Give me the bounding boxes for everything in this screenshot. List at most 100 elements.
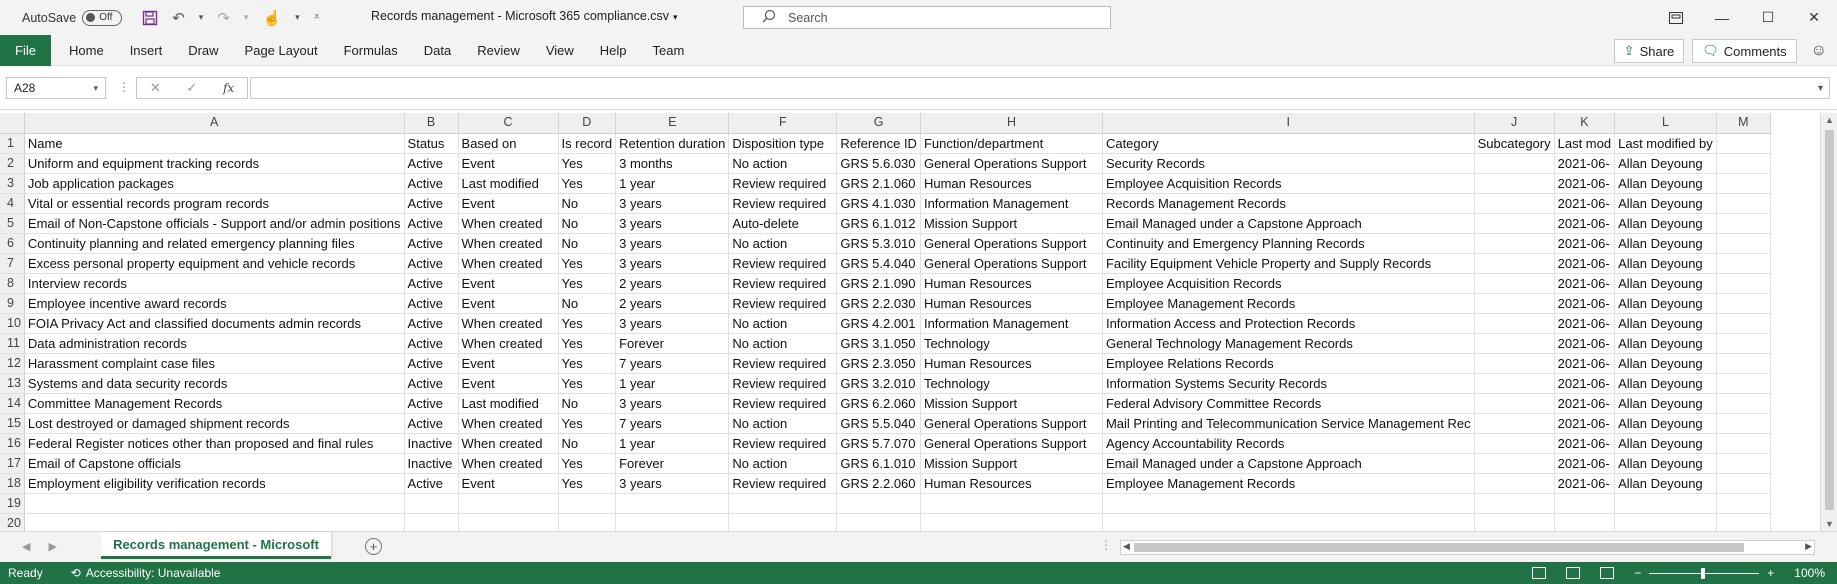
normal-view-icon[interactable]: n [1532, 567, 1547, 579]
table-cell[interactable]: Active [404, 393, 459, 414]
table-cell[interactable]: Systems and data security records [24, 373, 405, 394]
table-cell[interactable]: GRS 4.1.030 [836, 193, 921, 214]
feedback-smiley-icon[interactable]: ☺ [1811, 42, 1827, 60]
page-layout-view-icon[interactable]: p [1566, 567, 1581, 579]
column-header[interactable]: J [1474, 113, 1555, 134]
table-cell[interactable]: GRS 5.4.040 [836, 253, 921, 274]
tab-draw[interactable]: Draw [175, 43, 231, 58]
table-cell[interactable] [1474, 333, 1555, 354]
table-cell[interactable]: 2021-06- [1554, 273, 1616, 294]
insert-function-icon[interactable]: fx [223, 81, 234, 95]
table-cell[interactable]: GRS 5.5.040 [836, 413, 921, 434]
table-cell[interactable]: 3 years [615, 393, 730, 414]
table-cell[interactable]: Continuity and Emergency Planning Record… [1102, 233, 1475, 254]
table-cell[interactable]: 2021-06- [1554, 453, 1616, 474]
table-cell[interactable]: Federal Advisory Committee Records [1102, 393, 1475, 414]
table-cell[interactable]: 2021-06- [1554, 313, 1616, 334]
table-cell[interactable]: Event [458, 353, 559, 374]
table-cell[interactable]: Active [404, 473, 459, 494]
table-cell[interactable]: Vital or essential records program recor… [24, 193, 405, 214]
table-cell[interactable]: Event [458, 373, 559, 394]
table-cell[interactable]: Committee Management Records [24, 393, 405, 414]
table-cell[interactable]: Allan Deyoung [1614, 233, 1717, 254]
name-box[interactable]: A28 ▾ [6, 77, 106, 99]
table-cell[interactable] [1716, 293, 1771, 314]
table-cell[interactable]: Agency Accountability Records [1102, 433, 1475, 454]
table-cell[interactable]: 2021-06- [1554, 433, 1616, 454]
table-cell[interactable]: GRS 2.2.060 [836, 473, 921, 494]
table-cell[interactable]: Based on [458, 133, 559, 154]
vertical-scrollbar[interactable]: ▲ ▼ [1820, 113, 1837, 531]
zoom-out-icon[interactable]: − [1634, 566, 1641, 580]
table-cell[interactable]: Data administration records [24, 333, 405, 354]
table-cell[interactable]: General Technology Management Records [1102, 333, 1475, 354]
document-title[interactable]: Records management - Microsoft 365 compl… [371, 9, 678, 23]
row-header[interactable]: 10 [0, 313, 25, 334]
share-button[interactable]: ⇪ Share [1613, 39, 1685, 63]
table-cell[interactable]: No action [728, 153, 838, 174]
undo-icon[interactable]: ↶ [172, 9, 185, 27]
column-header[interactable]: H [920, 113, 1103, 134]
row-header[interactable]: 12 [0, 353, 25, 374]
table-cell[interactable]: 3 years [615, 213, 730, 234]
table-cell[interactable]: Records Management Records [1102, 193, 1475, 214]
table-cell[interactable]: GRS 2.3.050 [836, 353, 921, 374]
table-cell[interactable]: Allan Deyoung [1614, 473, 1717, 494]
table-cell[interactable]: When created [458, 313, 559, 334]
table-cell[interactable] [458, 493, 559, 514]
table-cell[interactable]: Category [1102, 133, 1475, 154]
page-break-view-icon[interactable]: b [1600, 567, 1615, 579]
table-cell[interactable]: Technology [920, 373, 1103, 394]
redo-icon[interactable]: ↷ [217, 9, 230, 27]
table-cell[interactable]: Information Access and Protection Record… [1102, 313, 1475, 334]
table-cell[interactable]: Last modified [458, 393, 559, 414]
table-cell[interactable]: Email of Capstone officials [24, 453, 405, 474]
row-header[interactable]: 4 [0, 193, 25, 214]
column-header[interactable]: K [1554, 113, 1616, 134]
table-cell[interactable]: 2021-06- [1554, 473, 1616, 494]
table-cell[interactable] [1716, 433, 1771, 454]
table-cell[interactable] [1716, 373, 1771, 394]
table-cell[interactable]: Harassment complaint case files [24, 353, 405, 374]
table-cell[interactable]: Human Resources [920, 273, 1103, 294]
table-cell[interactable]: Human Resources [920, 353, 1103, 374]
table-cell[interactable] [1474, 233, 1555, 254]
table-cell[interactable]: Yes [558, 373, 617, 394]
table-cell[interactable]: Yes [558, 273, 617, 294]
row-header[interactable]: 7 [0, 253, 25, 274]
table-cell[interactable] [1474, 473, 1555, 494]
table-cell[interactable]: 7 years [615, 353, 730, 374]
table-cell[interactable]: Allan Deyoung [1614, 333, 1717, 354]
table-cell[interactable]: 3 years [615, 253, 730, 274]
table-cell[interactable]: 3 months [615, 153, 730, 174]
ribbon-display-icon[interactable] [1653, 0, 1699, 35]
table-cell[interactable]: 2021-06- [1554, 253, 1616, 274]
table-cell[interactable]: Active [404, 413, 459, 434]
table-cell[interactable]: Active [404, 373, 459, 394]
table-cell[interactable] [1474, 213, 1555, 234]
row-header[interactable]: 9 [0, 293, 25, 314]
table-cell[interactable] [1716, 493, 1771, 514]
table-cell[interactable]: Name [24, 133, 405, 154]
table-cell[interactable]: 2021-06- [1554, 233, 1616, 254]
table-cell[interactable] [1716, 213, 1771, 234]
add-sheet-button[interactable]: + [365, 538, 382, 555]
save-icon[interactable] [142, 10, 158, 26]
table-cell[interactable]: No [558, 213, 617, 234]
scroll-up-icon[interactable]: ▲ [1825, 115, 1834, 125]
column-header[interactable]: E [615, 113, 730, 134]
table-cell[interactable]: Employee Relations Records [1102, 353, 1475, 374]
table-cell[interactable] [1102, 513, 1475, 531]
column-header[interactable]: B [404, 113, 459, 134]
table-cell[interactable]: Active [404, 153, 459, 174]
table-cell[interactable] [1716, 513, 1771, 531]
table-cell[interactable] [615, 513, 730, 531]
table-cell[interactable] [1614, 513, 1717, 531]
table-cell[interactable]: FOIA Privacy Act and classified document… [24, 313, 405, 334]
row-header[interactable]: 20 [0, 513, 25, 531]
table-cell[interactable]: Yes [558, 313, 617, 334]
row-header[interactable]: 6 [0, 233, 25, 254]
table-cell[interactable]: Information Systems Security Records [1102, 373, 1475, 394]
table-cell[interactable] [1716, 233, 1771, 254]
table-cell[interactable]: Human Resources [920, 173, 1103, 194]
